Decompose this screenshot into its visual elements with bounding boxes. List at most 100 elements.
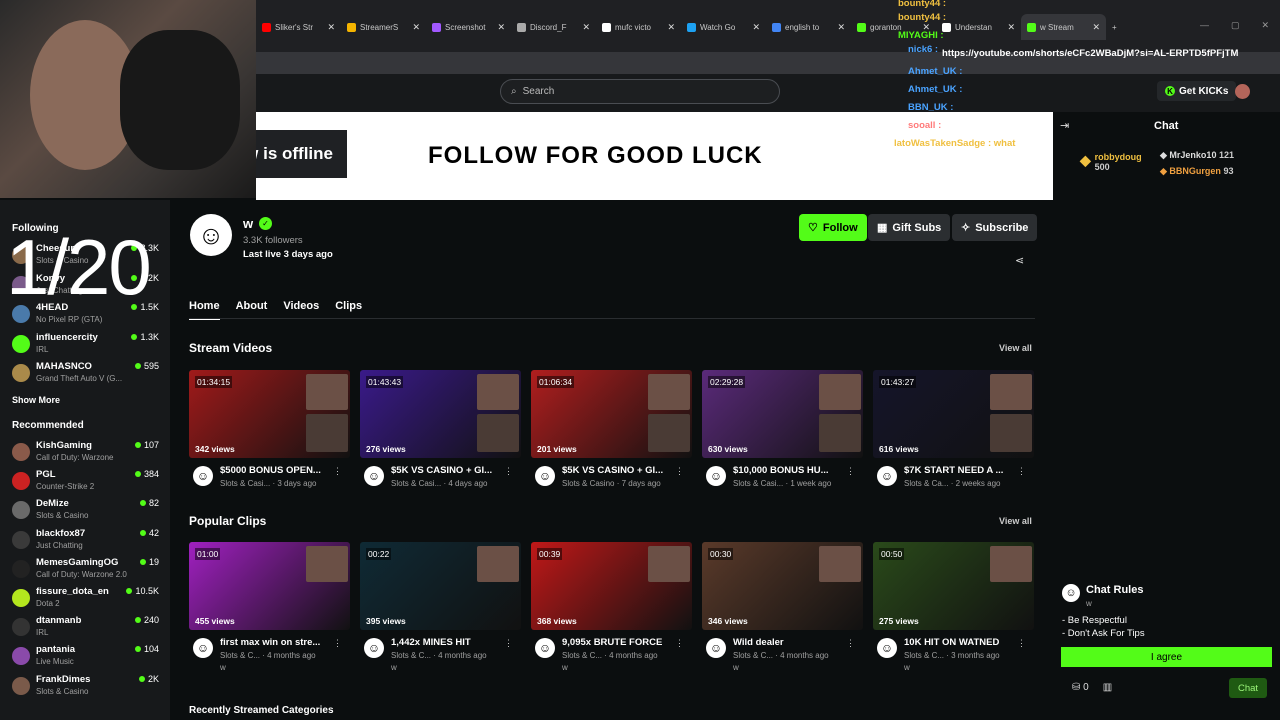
sidebar-channel-item[interactable]: FrankDimes Slots & Casino 2K [12, 674, 162, 700]
tab-about[interactable]: About [236, 300, 268, 320]
close-window-button[interactable]: ✕ [1262, 20, 1270, 31]
tab-label: Screenshot [445, 22, 486, 32]
gifter-badge-icon: ◆ [1160, 150, 1170, 160]
close-tab-icon[interactable]: ✕ [497, 22, 505, 33]
video-card[interactable]: 01:43:27 616 views ☺ $7K START NEED A ... Sl… [873, 370, 1034, 490]
more-options-icon[interactable]: ⋮ [333, 638, 342, 649]
overlay-chat-line: Ahmet_UK : [908, 84, 963, 95]
more-options-icon[interactable]: ⋮ [675, 638, 684, 649]
clip-thumbnail[interactable]: 00:22 395 views [360, 542, 521, 630]
minimize-button[interactable]: — [1200, 20, 1209, 31]
video-card[interactable]: 01:06:34 201 views ☺ $5K VS CASINO + GI... S… [531, 370, 692, 490]
tab-home[interactable]: Home [189, 300, 220, 320]
thumbnail-webcam-secondary [306, 414, 348, 452]
tab-label: mufc victo [615, 22, 652, 32]
thumbnail-webcam [648, 546, 690, 582]
clip-card[interactable]: 00:39 368 views ☺ 9,095x BRUTE FORCE Slots &… [531, 542, 692, 672]
video-card[interactable]: 01:34:15 342 views ☺ $5000 BONUS OPEN... Slo… [189, 370, 350, 490]
more-options-icon[interactable]: ⋮ [846, 466, 855, 477]
popular-clips-view-all[interactable]: View all [999, 516, 1032, 526]
search-input[interactable]: ⌕ Search [500, 79, 780, 104]
webcam-headset [120, 30, 240, 170]
clip-thumbnail[interactable]: 00:50 275 views [873, 542, 1034, 630]
clip-thumbnail[interactable]: 01:00 455 views [189, 542, 350, 630]
tab-videos[interactable]: Videos [283, 300, 319, 320]
sidebar-channel-item[interactable]: influencercity IRL 1.3K [12, 332, 162, 358]
browser-tab[interactable]: Watch Go ✕ [681, 14, 766, 40]
sidebar-channel-item[interactable]: KishGaming Call of Duty: Warzone 107 [12, 440, 162, 466]
gift-subs-button[interactable]: ▦ Gift Subs [868, 214, 951, 241]
video-thumbnail[interactable]: 01:43:27 616 views [873, 370, 1034, 458]
close-tab-icon[interactable]: ✕ [752, 22, 760, 33]
more-options-icon[interactable]: ⋮ [504, 466, 513, 477]
sidebar-channel-item[interactable]: fissure_dota_en Dota 2 10.5K [12, 586, 162, 612]
close-tab-icon[interactable]: ✕ [837, 22, 845, 33]
top-gifter[interactable]: ◆ BBNGurgen 93 [1160, 166, 1233, 177]
subscribe-button[interactable]: ✧ Subscribe [952, 214, 1038, 241]
sidebar-channel-item[interactable]: DeMize Slots & Casino 82 [12, 498, 162, 524]
share-icon[interactable]: ⋖ [1015, 254, 1024, 267]
video-card[interactable]: 02:29:28 630 views ☺ $10,000 BONUS HU... Slo… [702, 370, 863, 490]
more-options-icon[interactable]: ⋮ [846, 638, 855, 649]
video-card[interactable]: 01:43:43 276 views ☺ $5K VS CASINO + GI... S… [360, 370, 521, 490]
browser-tab[interactable]: english to ✕ [766, 14, 851, 40]
user-avatar[interactable] [1235, 84, 1250, 99]
clip-card[interactable]: 00:30 346 views ☺ Wild dealer Slots & C... ·… [702, 542, 863, 672]
browser-tab[interactable]: StreamerS ✕ [341, 14, 426, 40]
clip-card[interactable]: 00:50 275 views ☺ 10K HIT ON WATNED Slots & … [873, 542, 1034, 672]
video-thumbnail[interactable]: 01:06:34 201 views [531, 370, 692, 458]
close-tab-icon[interactable]: ✕ [412, 22, 420, 33]
more-options-icon[interactable]: ⋮ [333, 466, 342, 477]
maximize-button[interactable]: ▢ [1231, 20, 1240, 31]
browser-tab[interactable]: mufc victo ✕ [596, 14, 681, 40]
clip-card[interactable]: 01:00 455 views ☺ first max win on stre... S… [189, 542, 350, 672]
close-tab-icon[interactable]: ✕ [582, 22, 590, 33]
clip-thumbnail[interactable]: 00:39 368 views [531, 542, 692, 630]
clip-card[interactable]: 00:22 395 views ☺ 1,442x MINES HIT Slots & C… [360, 542, 521, 672]
stream-videos-heading: Stream Videos [189, 341, 273, 355]
follow-button[interactable]: ♡ Follow [799, 214, 867, 241]
channel-avatar[interactable]: ☺ [190, 214, 232, 256]
more-options-icon[interactable]: ⋮ [1017, 466, 1026, 477]
top-gifter[interactable]: ◆ robbydoug 500 [1080, 152, 1142, 172]
sidebar-channel-item[interactable]: blackfox87 Just Chatting 42 [12, 528, 162, 554]
sidebar-channel-item[interactable]: MemesGamingOG Call of Duty: Warzone 2.0 19 [12, 557, 162, 583]
video-thumbnail[interactable]: 01:34:15 342 views [189, 370, 350, 458]
more-options-icon[interactable]: ⋮ [675, 466, 684, 477]
sidebar-channel-item[interactable]: dtanmanb IRL 240 [12, 615, 162, 641]
browser-tab[interactable]: Sliker's Str ✕ [256, 14, 341, 40]
top-gifter[interactable]: ◆ MrJenko10 121 [1160, 150, 1234, 161]
close-tab-icon[interactable]: ✕ [667, 22, 675, 33]
browser-tab[interactable]: Discord_F ✕ [511, 14, 596, 40]
card-age: 3 days ago [277, 479, 317, 488]
tab-clips[interactable]: Clips [335, 300, 362, 320]
rules-avatar: ☺ [1062, 584, 1080, 602]
more-options-icon[interactable]: ⋮ [1017, 638, 1026, 649]
sidebar-channel-item[interactable]: PGL Counter-Strike 2 384 [12, 469, 162, 495]
close-tab-icon[interactable]: ✕ [327, 22, 335, 33]
chat-send-button[interactable]: Chat [1229, 678, 1267, 698]
show-more-link[interactable]: Show More [12, 395, 60, 405]
sidebar-channel-item[interactable]: MAHASNCO Grand Theft Auto V (G... 595 [12, 361, 162, 387]
video-thumbnail[interactable]: 01:43:43 276 views [360, 370, 521, 458]
kicks-balance[interactable]: ⛁ 0 [1072, 682, 1089, 693]
get-kicks-button[interactable]: K Get KICKs [1157, 81, 1237, 101]
stream-videos-view-all[interactable]: View all [999, 343, 1032, 353]
view-count: 275 views [879, 616, 919, 626]
video-thumbnail[interactable]: 02:29:28 630 views [702, 370, 863, 458]
sidebar-channel-item[interactable]: pantania Live Music 104 [12, 644, 162, 670]
channel-name: w [243, 216, 254, 231]
overlay-chat-line: nick6 : [908, 44, 939, 55]
agree-button[interactable]: I agree [1061, 647, 1272, 667]
close-tab-icon[interactable]: ✕ [1092, 22, 1100, 33]
clip-thumbnail[interactable]: 00:30 346 views [702, 542, 863, 630]
new-tab-button[interactable]: + [1106, 14, 1136, 40]
channel-avatar [12, 676, 30, 695]
browser-tab[interactable]: Screenshot ✕ [426, 14, 511, 40]
card-category: Slots & C... [562, 651, 603, 660]
more-options-icon[interactable]: ⋮ [504, 638, 513, 649]
window-controls: — ▢ ✕ [1200, 20, 1269, 31]
collapse-chat-icon[interactable]: ⇥ [1060, 119, 1069, 132]
kick-coin-icon: K [1165, 86, 1175, 96]
store-icon[interactable]: ▥ [1103, 682, 1112, 693]
